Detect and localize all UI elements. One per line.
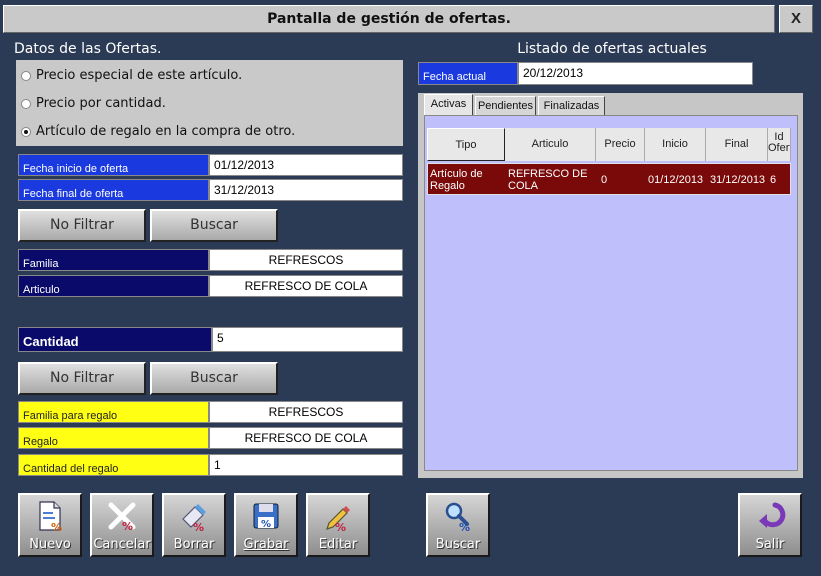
borrar-button[interactable]: % Borrar bbox=[162, 493, 226, 557]
fecha-inicio-input[interactable]: 01/12/2013 bbox=[209, 154, 403, 176]
grabar-button[interactable]: % Grabar bbox=[234, 493, 298, 557]
svg-text:%: % bbox=[122, 520, 133, 533]
articulo-input[interactable]: REFRESCO DE COLA bbox=[209, 275, 403, 297]
svg-text:%: % bbox=[261, 519, 271, 530]
radio-precio-cantidad[interactable]: Precio por cantidad. bbox=[21, 96, 166, 111]
window-title: Pantalla de gestión de ofertas. bbox=[3, 5, 775, 33]
articulo-label: Articulo bbox=[18, 275, 209, 297]
column-header-precio[interactable]: Precio bbox=[596, 128, 645, 161]
cell-precio: 0 bbox=[601, 174, 608, 186]
column-header-id-oferta[interactable]: Id Oferta bbox=[768, 128, 791, 161]
cell-articulo: REFRESCO DE COLA bbox=[508, 168, 588, 192]
magnifier-icon: % bbox=[445, 502, 470, 533]
tab-activas[interactable]: Activas bbox=[424, 94, 473, 115]
pencil-icon: % bbox=[326, 506, 350, 533]
fecha-final-label: Fecha final de oferta bbox=[18, 179, 209, 201]
cell-final: 31/12/2013 bbox=[710, 174, 766, 186]
editar-button[interactable]: % Editar bbox=[306, 493, 370, 557]
radio-unchecked-icon bbox=[21, 98, 31, 109]
fecha-final-input[interactable]: 31/12/2013 bbox=[209, 179, 403, 201]
tab-finalizadas[interactable]: Finalizadas bbox=[538, 96, 605, 115]
exit-arrow-icon bbox=[759, 502, 786, 528]
salir-button[interactable]: Salir bbox=[738, 493, 802, 557]
nuevo-button[interactable]: % Nuevo bbox=[18, 493, 82, 557]
column-header-articulo[interactable]: Articulo bbox=[505, 128, 596, 161]
floppy-disk-icon: % bbox=[253, 503, 279, 530]
cell-inicio: 01/12/2013 bbox=[648, 174, 704, 186]
buscar-toolbar-button[interactable]: % Buscar bbox=[426, 493, 490, 557]
no-filtrar-regalo-button[interactable]: No Filtrar bbox=[18, 362, 146, 395]
buscar-regalo-button[interactable]: Buscar bbox=[150, 362, 278, 395]
fecha-inicio-label: Fecha inicio de oferta bbox=[18, 154, 209, 176]
column-header-final[interactable]: Final bbox=[706, 128, 768, 161]
offers-list-title: Listado de ofertas actuales bbox=[517, 41, 707, 57]
familia-input[interactable]: REFRESCOS bbox=[209, 249, 403, 271]
cantidad-regalo-input[interactable]: 1 bbox=[209, 454, 403, 476]
regalo-label: Regalo bbox=[18, 427, 209, 449]
offer-data-title: Datos de las Ofertas. bbox=[14, 41, 162, 57]
cancel-x-icon: % bbox=[108, 502, 136, 533]
familia-regalo-input[interactable]: REFRESCOS bbox=[209, 401, 403, 423]
familia-label: Familia bbox=[18, 249, 209, 271]
fecha-actual-label: Fecha actual bbox=[418, 62, 518, 85]
buscar-filter-button[interactable]: Buscar bbox=[150, 209, 278, 242]
close-button[interactable]: X bbox=[779, 5, 813, 33]
radio-precio-especial[interactable]: Precio especial de este artículo. bbox=[21, 68, 242, 83]
svg-text:%: % bbox=[459, 521, 470, 533]
cantidad-label: Cantidad bbox=[18, 327, 212, 352]
svg-text:%: % bbox=[335, 521, 346, 533]
cantidad-regalo-label: Cantidad del regalo bbox=[18, 454, 209, 476]
tab-pendientes[interactable]: Pendientes bbox=[475, 96, 536, 115]
radio-checked-icon bbox=[21, 126, 31, 137]
svg-text:%: % bbox=[51, 521, 62, 533]
column-header-tipo[interactable]: Tipo bbox=[427, 128, 505, 161]
cell-id-oferta: 6 bbox=[770, 174, 777, 186]
svg-text:%: % bbox=[193, 521, 204, 533]
column-header-inicio[interactable]: Inicio bbox=[645, 128, 706, 161]
radio-unchecked-icon bbox=[21, 70, 31, 81]
regalo-input[interactable]: REFRESCO DE COLA bbox=[209, 427, 403, 449]
new-document-icon: % bbox=[39, 501, 62, 533]
radio-articulo-regalo[interactable]: Artículo de regalo en la compra de otro. bbox=[21, 124, 295, 139]
familia-regalo-label: Familia para regalo bbox=[18, 401, 209, 423]
no-filtrar-button[interactable]: No Filtrar bbox=[18, 209, 146, 242]
offer-type-group: Precio especial de este artículo. Precio… bbox=[16, 60, 403, 146]
cancelar-button[interactable]: % Cancelar bbox=[90, 493, 154, 557]
cell-tipo: Artículo de Regalo bbox=[430, 168, 483, 192]
fecha-actual-input[interactable]: 20/12/2013 bbox=[518, 62, 753, 85]
eraser-icon: % bbox=[182, 504, 206, 533]
cantidad-input[interactable]: 5 bbox=[212, 327, 403, 352]
